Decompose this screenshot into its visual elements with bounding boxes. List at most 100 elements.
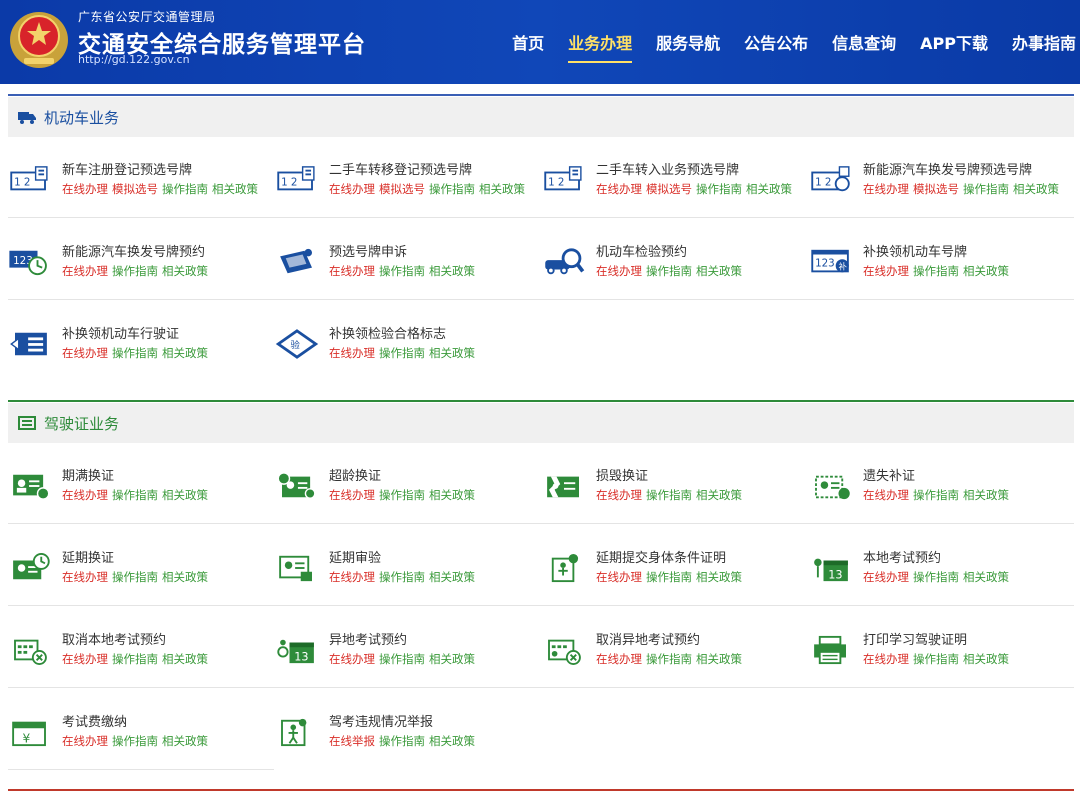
license-service-item[interactable]: 打印学习驾驶证明在线办理 操作指南 相关政策: [809, 627, 1069, 687]
license-service-item[interactable]: 延期审验 在线办理 操作指南 相关政策: [275, 545, 535, 605]
vehicle-service-name[interactable]: 补换领检验合格标志: [329, 323, 446, 342]
license-service-item[interactable]: ¥ 考试费缴纳 在线办理 操作指南 相关政策: [8, 709, 268, 769]
online-apply-link[interactable]: 在线办理: [329, 652, 375, 666]
related-policy-link[interactable]: 相关政策: [162, 734, 208, 748]
online-apply-link[interactable]: 在线办理: [329, 570, 375, 584]
online-apply-link[interactable]: 在线办理: [863, 264, 909, 278]
online-apply-link[interactable]: 在线办理: [62, 570, 108, 584]
related-policy-link[interactable]: 相关政策: [162, 488, 208, 502]
vehicle-service-item[interactable]: 1 2 新能源汽车换发号牌预选号牌 在线办理 模拟选号 操作指南 相关政策: [809, 157, 1069, 217]
operation-guide-link[interactable]: 操作指南: [379, 652, 425, 666]
vehicle-service-name[interactable]: 补换领机动车号牌: [863, 241, 967, 260]
operation-guide-link[interactable]: 操作指南: [913, 488, 959, 502]
license-service-item[interactable]: 损毁换证 在线办理 操作指南 相关政策: [542, 463, 802, 523]
license-service-item[interactable]: 遗失补证 在线办理 操作指南 相关政策: [809, 463, 1069, 523]
operation-guide-link[interactable]: 操作指南: [162, 182, 208, 196]
online-apply-link[interactable]: 在线办理: [62, 182, 108, 196]
license-service-name[interactable]: 超龄换证: [329, 465, 381, 484]
related-policy-link[interactable]: 相关政策: [696, 570, 742, 584]
vehicle-service-item[interactable]: 1 2 二手车转入业务预选号牌 在线办理 模拟选号 操作指南 相关政策: [542, 157, 802, 217]
vehicle-service-item[interactable]: 补换领机动车行驶证 在线办理 操作指南 相关政策: [8, 321, 268, 381]
license-service-item[interactable]: 期满换证 在线办理 操作指南 相关政策: [8, 463, 268, 523]
operation-guide-link[interactable]: 操作指南: [112, 652, 158, 666]
related-policy-link[interactable]: 相关政策: [429, 346, 475, 360]
license-service-name[interactable]: 延期提交身体条件证明: [596, 547, 726, 566]
related-policy-link[interactable]: 相关政策: [429, 734, 475, 748]
related-policy-link[interactable]: 相关政策: [162, 346, 208, 360]
vehicle-service-item[interactable]: 验 补换领检验合格标志 在线办理 操作指南 相关政策: [275, 321, 535, 381]
related-policy-link[interactable]: 相关政策: [162, 652, 208, 666]
related-policy-link[interactable]: 相关政策: [429, 652, 475, 666]
nav-guide[interactable]: 办事指南: [1012, 0, 1076, 84]
simulate-select-link[interactable]: 模拟选号: [112, 182, 158, 196]
related-policy-link[interactable]: 相关政策: [696, 488, 742, 502]
simulate-select-link[interactable]: 模拟选号: [379, 182, 425, 196]
related-policy-link[interactable]: 相关政策: [429, 264, 475, 278]
online-apply-link[interactable]: 在线办理: [863, 652, 909, 666]
license-service-item[interactable]: 超龄换证 在线办理 操作指南 相关政策: [275, 463, 535, 523]
online-apply-link[interactable]: 在线办理: [62, 488, 108, 502]
nav-info-query[interactable]: 信息查询: [832, 0, 896, 84]
license-service-item[interactable]: 延期提交身体条件证明 在线办理 操作指南 相关政策: [542, 545, 802, 605]
vehicle-service-item[interactable]: 123 新能源汽车换发号牌预约 在线办理 操作指南 相关政策: [8, 239, 268, 299]
online-apply-link[interactable]: 在线办理: [62, 652, 108, 666]
related-policy-link[interactable]: 相关政策: [963, 570, 1009, 584]
online-apply-link[interactable]: 在线办理: [329, 182, 375, 196]
online-apply-link[interactable]: 在线办理: [863, 488, 909, 502]
operation-guide-link[interactable]: 操作指南: [379, 346, 425, 360]
operation-guide-link[interactable]: 操作指南: [646, 264, 692, 278]
related-policy-link[interactable]: 相关政策: [963, 264, 1009, 278]
operation-guide-link[interactable]: 操作指南: [913, 264, 959, 278]
operation-guide-link[interactable]: 操作指南: [646, 652, 692, 666]
vehicle-service-item[interactable]: 123 补 补换领机动车号牌 在线办理 操作指南 相关政策: [809, 239, 1069, 299]
license-service-name[interactable]: 期满换证: [62, 465, 114, 484]
online-apply-link[interactable]: 在线办理: [62, 346, 108, 360]
operation-guide-link[interactable]: 操作指南: [429, 182, 475, 196]
related-policy-link[interactable]: 相关政策: [162, 570, 208, 584]
related-policy-link[interactable]: 相关政策: [212, 182, 258, 196]
vehicle-service-item[interactable]: 1 2 二手车转移登记预选号牌 在线办理 模拟选号 操作指南 相关政策: [275, 157, 535, 217]
license-service-name[interactable]: 延期换证: [62, 547, 114, 566]
operation-guide-link[interactable]: 操作指南: [913, 652, 959, 666]
simulate-select-link[interactable]: 模拟选号: [913, 182, 959, 196]
operation-guide-link[interactable]: 操作指南: [112, 346, 158, 360]
online-apply-link[interactable]: 在线办理: [329, 346, 375, 360]
related-policy-link[interactable]: 相关政策: [696, 264, 742, 278]
nav-business[interactable]: 业务办理: [568, 0, 633, 84]
operation-guide-link[interactable]: 操作指南: [696, 182, 742, 196]
vehicle-service-name[interactable]: 新车注册登记预选号牌: [62, 159, 192, 178]
related-policy-link[interactable]: 相关政策: [1013, 182, 1059, 196]
nav-announcements[interactable]: 公告公布: [744, 0, 808, 84]
license-service-name[interactable]: 本地考试预约: [863, 547, 941, 566]
license-service-item[interactable]: 取消本地考试预约在线办理 操作指南 相关政策: [8, 627, 268, 687]
operation-guide-link[interactable]: 操作指南: [112, 570, 158, 584]
vehicle-service-name[interactable]: 机动车检验预约: [596, 241, 687, 260]
operation-guide-link[interactable]: 操作指南: [379, 264, 425, 278]
online-apply-link[interactable]: 在线办理: [596, 264, 642, 278]
license-service-item[interactable]: 驾考违规情况举报 在线举报 操作指南 相关政策: [275, 709, 535, 769]
online-apply-link[interactable]: 在线办理: [863, 182, 909, 196]
online-apply-link[interactable]: 在线办理: [329, 488, 375, 502]
online-apply-link[interactable]: 在线办理: [596, 182, 642, 196]
license-service-name[interactable]: 考试费缴纳: [62, 711, 127, 730]
license-service-name[interactable]: 损毁换证: [596, 465, 648, 484]
online-apply-link[interactable]: 在线办理: [596, 570, 642, 584]
related-policy-link[interactable]: 相关政策: [963, 488, 1009, 502]
license-service-name[interactable]: 延期审验: [329, 547, 381, 566]
license-service-name[interactable]: 驾考违规情况举报: [329, 711, 433, 730]
operation-guide-link[interactable]: 操作指南: [963, 182, 1009, 196]
related-policy-link[interactable]: 相关政策: [162, 264, 208, 278]
online-apply-link[interactable]: 在线办理: [863, 570, 909, 584]
license-service-item[interactable]: 取消异地考试预约 在线办理 操作指南 相关政策: [542, 627, 802, 687]
related-policy-link[interactable]: 相关政策: [696, 652, 742, 666]
operation-guide-link[interactable]: 操作指南: [379, 734, 425, 748]
operation-guide-link[interactable]: 操作指南: [646, 488, 692, 502]
vehicle-service-item[interactable]: 机动车检验预约在线办理 操作指南 相关政策: [542, 239, 802, 299]
license-service-name[interactable]: 取消本地考试预约: [62, 629, 166, 648]
nav-app-download[interactable]: APP下载: [920, 0, 988, 84]
related-policy-link[interactable]: 相关政策: [963, 652, 1009, 666]
vehicle-service-name[interactable]: 二手车转入业务预选号牌: [596, 159, 739, 178]
related-policy-link[interactable]: 相关政策: [429, 488, 475, 502]
license-service-name[interactable]: 打印学习驾驶证明: [863, 629, 967, 648]
online-apply-link[interactable]: 在线办理: [596, 652, 642, 666]
